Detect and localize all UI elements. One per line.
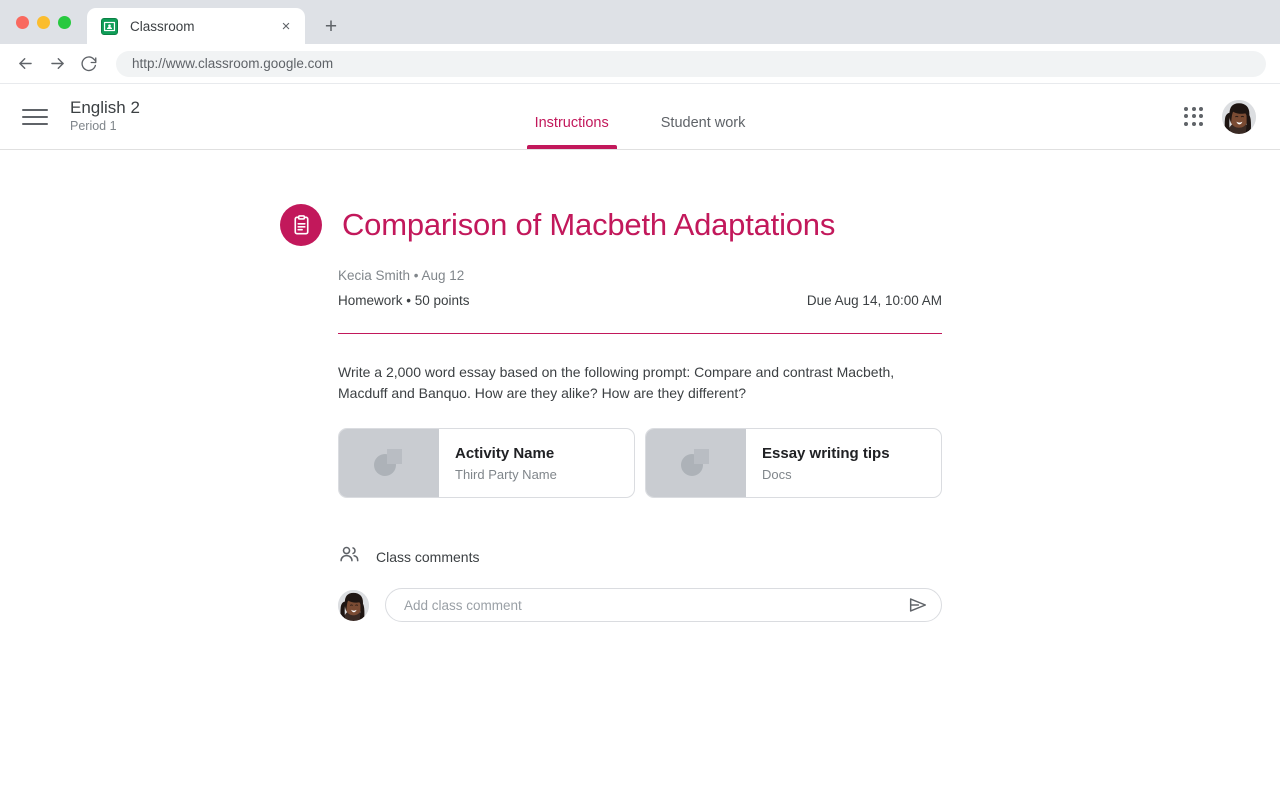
app-header: English 2 Period 1 Instructions Student … [0, 84, 1280, 150]
course-info: English 2 Period 1 [70, 97, 140, 134]
forward-icon[interactable] [42, 49, 72, 79]
course-name: English 2 [70, 97, 140, 117]
app-header-right [1184, 84, 1280, 149]
attachment-subtitle: Third Party Name [455, 466, 557, 482]
back-icon[interactable] [10, 49, 40, 79]
placeholder-thumbnail-icon [339, 429, 439, 498]
assignment-meta: Kecia Smith • Aug 12 Homework • 50 point… [338, 268, 942, 308]
assignment-sheet: Comparison of Macbeth Adaptations Kecia … [280, 150, 942, 623]
accent-divider [338, 333, 942, 334]
send-icon[interactable] [905, 592, 931, 618]
tab-instructions[interactable]: Instructions [509, 115, 635, 149]
assignment-title-row: Comparison of Macbeth Adaptations [280, 204, 942, 246]
browser-tabstrip: Classroom × + [0, 0, 1280, 44]
google-apps-grid-icon[interactable] [1184, 106, 1204, 127]
people-icon [338, 543, 360, 570]
address-bar[interactable]: http://www.classroom.google.com [116, 50, 1266, 77]
attachment-card[interactable]: Essay writing tips Docs [645, 428, 942, 499]
avatar[interactable] [338, 589, 369, 621]
close-icon[interactable]: × [277, 17, 295, 35]
assignment-type-points: Homework • 50 points [338, 293, 470, 308]
maximize-window-button[interactable] [58, 15, 71, 29]
reload-icon[interactable] [74, 49, 104, 79]
comment-input[interactable] [404, 597, 897, 613]
classroom-icon [101, 17, 118, 35]
attachment-subtitle: Docs [762, 466, 792, 482]
assignment-byline: Kecia Smith • Aug 12 [338, 268, 465, 283]
assignment-due-date: Due Aug 14, 10:00 AM [806, 293, 942, 308]
assignment-description: Write a 2,000 word essay based on the fo… [338, 364, 895, 401]
class-comments-label: Class comments [376, 548, 480, 565]
tab-student-work[interactable]: Student work [635, 115, 772, 149]
app-header-tabs: Instructions Student work [0, 84, 1280, 149]
minimize-window-button[interactable] [37, 15, 50, 29]
page-title: Comparison of Macbeth Adaptations [342, 207, 836, 243]
comment-input-wrapper[interactable] [385, 588, 942, 623]
hamburger-menu-icon[interactable] [22, 104, 48, 130]
browser-chrome: Classroom × + http://www.classroom.googl… [0, 0, 1280, 84]
browser-tab-title: Classroom [130, 18, 195, 34]
placeholder-thumbnail-icon [646, 429, 746, 498]
browser-tab-classroom[interactable]: Classroom × [87, 8, 305, 44]
window-traffic-lights [12, 0, 81, 44]
avatar[interactable] [1222, 99, 1256, 134]
close-window-button[interactable] [16, 15, 29, 29]
comment-composer-row [338, 588, 942, 623]
attachment-card[interactable]: Activity Name Third Party Name [338, 428, 635, 499]
clipboard-assignment-icon [280, 204, 322, 246]
browser-toolbar: http://www.classroom.google.com [0, 44, 1280, 84]
address-bar-url: http://www.classroom.google.com [132, 56, 334, 71]
tab-student-work-label: Student work [660, 115, 746, 131]
new-tab-button[interactable]: + [317, 12, 345, 40]
app-header-left: English 2 Period 1 [0, 84, 140, 149]
course-section: Period 1 [70, 119, 117, 134]
attachment-title: Activity Name [455, 444, 555, 462]
attachment-title: Essay writing tips [762, 444, 890, 462]
tab-instructions-label: Instructions [534, 115, 609, 131]
main-content: Comparison of Macbeth Adaptations Kecia … [0, 150, 1280, 623]
attachment-list: Activity Name Third Party Name Essay wri… [338, 428, 942, 499]
class-comments-section: Class comments [338, 543, 942, 623]
